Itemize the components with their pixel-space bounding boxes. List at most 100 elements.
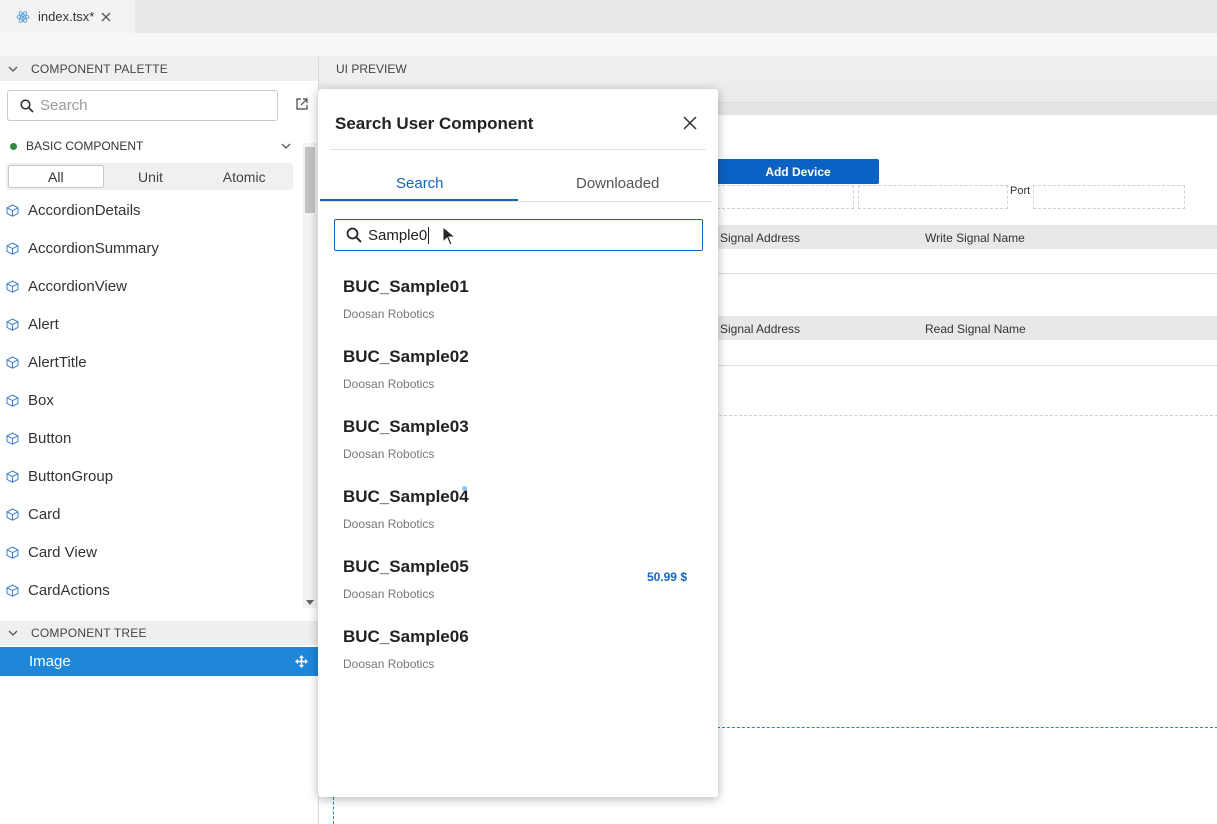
result-name: BUC_Sample02 xyxy=(343,347,469,366)
section-divider xyxy=(649,415,1217,416)
close-icon[interactable] xyxy=(100,11,112,23)
cube-icon xyxy=(6,583,19,597)
ip-field[interactable] xyxy=(858,185,1008,209)
port-label: Port xyxy=(1010,185,1031,197)
list-item[interactable]: AccordionView xyxy=(0,267,303,305)
tree-item-label: Image xyxy=(29,653,71,670)
add-device-button[interactable]: Add Device xyxy=(717,159,879,184)
cube-icon xyxy=(6,279,19,293)
search-result-item[interactable]: BUC_Sample06 Doosan Robotics xyxy=(343,627,693,691)
tree-item-selected[interactable]: Image xyxy=(0,647,318,676)
cube-icon xyxy=(6,241,19,255)
list-item[interactable]: Button xyxy=(0,419,303,457)
list-item[interactable]: AccordionSummary xyxy=(0,229,303,267)
tab-divider xyxy=(320,201,712,202)
table-divider xyxy=(649,365,1217,366)
write-signal-table-header: Signal Address Write Signal Name xyxy=(649,225,1217,249)
result-name: BUC_Sample05 xyxy=(343,557,469,576)
cube-icon xyxy=(6,355,19,369)
list-item[interactable]: ButtonGroup xyxy=(0,457,303,495)
cube-icon xyxy=(6,393,19,407)
editor-toolbar-strip xyxy=(0,33,1217,57)
loading-dot xyxy=(462,486,467,491)
search-result-item[interactable]: BUC_Sample03 Doosan Robotics xyxy=(343,417,693,481)
filter-toggle-group: All Unit Atomic xyxy=(6,163,293,190)
search-icon xyxy=(346,227,362,243)
cube-icon xyxy=(6,507,19,521)
filter-unit-button[interactable]: Unit xyxy=(104,165,198,188)
ui-preview-header: UI PREVIEW xyxy=(319,57,1217,81)
chevron-down-icon xyxy=(8,630,18,636)
address-field[interactable] xyxy=(717,185,854,209)
list-item-label: ButtonGroup xyxy=(28,467,114,485)
basic-component-category[interactable]: BASIC COMPONENT xyxy=(0,135,300,157)
search-result-item[interactable]: BUC_Sample02 Doosan Robotics xyxy=(343,347,693,411)
read-signal-table-header: Signal Address Read Signal Name xyxy=(649,316,1217,340)
list-item-label: AccordionSummary xyxy=(28,239,159,257)
scrollbar-thumb[interactable] xyxy=(305,147,315,213)
result-vendor: Doosan Robotics xyxy=(343,307,435,321)
search-user-component-dialog: Search User Component Search Downloaded … xyxy=(318,89,718,797)
port-field[interactable] xyxy=(1033,185,1185,209)
tab-downloaded[interactable]: Downloaded xyxy=(576,175,659,192)
filter-atomic-button[interactable]: Atomic xyxy=(197,165,291,188)
component-tree-header[interactable]: COMPONENT TREE xyxy=(0,621,318,645)
result-price: 50.99 $ xyxy=(646,570,687,584)
result-vendor: Doosan Robotics xyxy=(343,447,435,461)
list-item[interactable]: Card View xyxy=(0,533,303,571)
mouse-cursor-icon xyxy=(442,226,456,246)
palette-header[interactable]: COMPONENT PALETTE xyxy=(0,57,318,81)
list-item-label: Box xyxy=(28,391,54,409)
list-item[interactable]: AccordionDetails xyxy=(0,191,303,229)
search-icon xyxy=(20,98,34,113)
cube-icon xyxy=(6,203,19,217)
list-item-label: Alert xyxy=(28,315,59,333)
search-input-value: Sample0 xyxy=(368,226,430,244)
component-search-input[interactable]: Sample0 xyxy=(334,219,703,251)
result-vendor: Doosan Robotics xyxy=(343,377,435,391)
write-col-address: Signal Address xyxy=(720,231,801,245)
search-result-item[interactable]: BUC_Sample05 Doosan Robotics 50.99 $ xyxy=(343,557,693,621)
search-result-item[interactable]: BUC_Sample04 Doosan Robotics xyxy=(343,487,693,551)
move-icon[interactable] xyxy=(295,655,308,668)
list-item-label: CardActions xyxy=(28,581,110,599)
selection-guide-line xyxy=(333,797,334,824)
component-tree-header-label: COMPONENT TREE xyxy=(31,626,147,640)
read-col-name: Read Signal Name xyxy=(925,322,1026,336)
close-icon[interactable] xyxy=(682,115,698,131)
list-item[interactable]: CardActions xyxy=(0,571,303,609)
filter-all-button[interactable]: All xyxy=(8,165,104,188)
dialog-title: Search User Component xyxy=(335,114,534,133)
ui-preview-header-label: UI PREVIEW xyxy=(336,62,407,76)
list-item[interactable]: Alert xyxy=(0,305,303,343)
cube-icon xyxy=(6,317,19,331)
result-vendor: Doosan Robotics xyxy=(343,587,435,601)
tab-search[interactable]: Search xyxy=(396,175,444,192)
editor-tab-bar: index.tsx* xyxy=(0,0,1217,33)
palette-scrollbar[interactable] xyxy=(303,143,317,608)
react-icon xyxy=(16,10,30,23)
list-item[interactable]: Box xyxy=(0,381,303,419)
editor-tab-label: index.tsx* xyxy=(38,9,95,24)
palette-search-input[interactable]: Search xyxy=(7,90,278,121)
scroll-down-arrow-icon[interactable] xyxy=(306,598,314,606)
result-name: BUC_Sample04 xyxy=(343,487,469,506)
result-vendor: Doosan Robotics xyxy=(343,517,435,531)
palette-header-label: COMPONENT PALETTE xyxy=(31,62,168,76)
editor-tab[interactable]: index.tsx* xyxy=(0,0,135,33)
dialog-divider xyxy=(330,149,706,150)
list-item[interactable]: Card xyxy=(0,495,303,533)
component-list: AccordionDetails AccordionSummary Accord… xyxy=(0,191,303,609)
list-item[interactable]: AlertTitle xyxy=(0,343,303,381)
palette-search-placeholder: Search xyxy=(40,97,88,114)
search-result-item[interactable]: BUC_Sample01 Doosan Robotics xyxy=(343,277,693,341)
left-panel: COMPONENT PALETTE Search BASIC COMPONENT… xyxy=(0,57,318,824)
write-col-name: Write Signal Name xyxy=(925,231,1025,245)
read-col-address: Signal Address xyxy=(720,322,801,336)
category-label: BASIC COMPONENT xyxy=(26,139,144,153)
list-item-label: Button xyxy=(28,429,72,447)
list-item-label: AccordionDetails xyxy=(28,201,141,219)
selection-guide-line xyxy=(717,727,1217,728)
open-external-icon[interactable] xyxy=(295,97,309,111)
status-dot xyxy=(10,142,17,150)
